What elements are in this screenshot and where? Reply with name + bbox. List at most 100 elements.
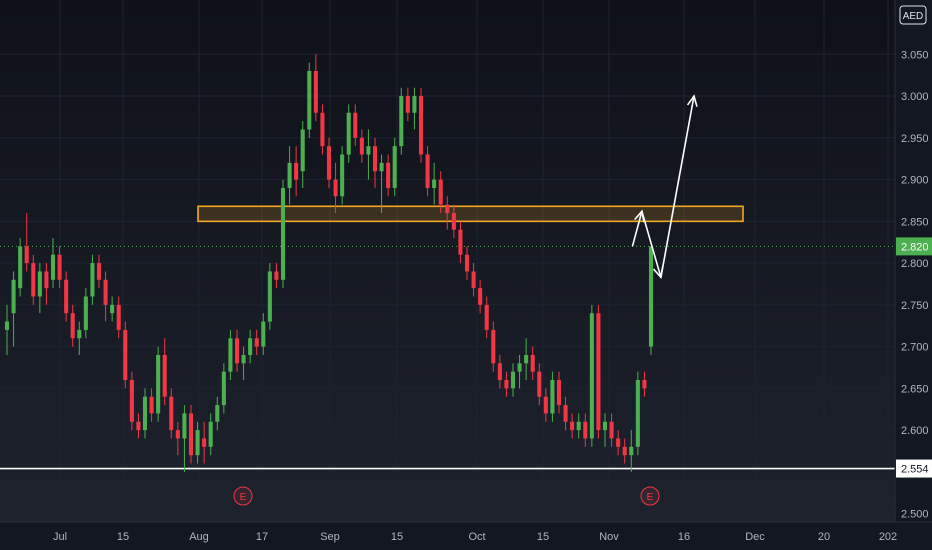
candle-body (589, 313, 594, 439)
time-tick-label: Sep (320, 531, 340, 543)
time-tick-label: Nov (599, 531, 619, 543)
price-tick-label: 2.700 (901, 342, 929, 354)
candle-body (609, 421, 614, 439)
candle-body (274, 271, 279, 280)
price-tick-label: 2.500 (901, 509, 929, 521)
time-tick-label: 15 (391, 531, 403, 543)
candle-body (635, 380, 640, 447)
candle (123, 321, 128, 389)
candle-body (37, 271, 42, 297)
candle-body (346, 112, 351, 155)
candle-body (103, 279, 108, 305)
last-price-value: 2.820 (901, 241, 929, 253)
candle-body (366, 146, 371, 155)
candle-body (510, 371, 516, 389)
time-tick-label: 15 (537, 531, 549, 543)
candle-body (215, 405, 220, 422)
resistance-zone-layer (197, 205, 744, 223)
time-tick-label: Dec (745, 531, 765, 543)
time-tick-label: 15 (117, 531, 129, 543)
candle (129, 371, 134, 431)
candle-body (24, 246, 29, 264)
candle (267, 263, 272, 330)
candle-body (142, 396, 148, 431)
candle-body (412, 96, 417, 113)
candle (280, 179, 286, 289)
candle-body (386, 162, 391, 188)
candle (635, 371, 640, 456)
resistance-zone (197, 205, 744, 223)
candle-body (208, 421, 213, 447)
candle-body (537, 371, 542, 397)
candle (18, 238, 23, 297)
candle (648, 246, 654, 355)
earnings-marker-label: E (240, 492, 247, 503)
candle-body (11, 279, 16, 314)
candle-body (254, 338, 259, 347)
candle-body (596, 313, 601, 431)
candle-body (313, 70, 318, 113)
candle (307, 62, 312, 138)
candle-body (202, 438, 207, 447)
price-tick-label: 2.950 (901, 133, 929, 145)
candle-body (162, 354, 167, 397)
candle-body (136, 421, 141, 431)
candle-body (353, 112, 358, 138)
candle-body (629, 446, 634, 456)
candle (156, 346, 161, 422)
candle-body (241, 354, 246, 364)
candle-body (228, 338, 233, 372)
candle-body (392, 146, 397, 188)
candle-body (116, 304, 121, 330)
candle-body (530, 354, 535, 372)
candle-body (182, 413, 187, 439)
candle-body (175, 430, 180, 439)
time-tick-label: 20 (818, 531, 830, 543)
candle-body (169, 396, 174, 431)
candle-body (484, 304, 489, 330)
candle-body (622, 446, 627, 456)
candle (392, 137, 397, 197)
currency-button[interactable]: AED (899, 5, 927, 25)
price-tick-label: 2.600 (901, 425, 929, 437)
price-chart[interactable]: EE 3.0503.0002.9502.9002.8502.8002.7502.… (0, 0, 932, 550)
candle-body (372, 146, 378, 172)
candle-body (294, 162, 299, 180)
candle-body (379, 162, 384, 172)
candle-body (451, 212, 456, 230)
time-axis[interactable]: Jul 15 Aug 17 Sep 15 Oct 15 Nov 16 Dec 20 202 (53, 531, 897, 543)
time-tick-label: 202 (879, 531, 897, 543)
candle-body (576, 421, 581, 431)
candle-body (221, 371, 226, 406)
chart-stage: EE 3.050 3.000 2.950 2.900 2.850 2.800 2.750 2.… (0, 0, 932, 550)
price-axis[interactable]: 3.050 3.000 2.950 2.900 2.850 2.800 2.750 2.700… (901, 49, 929, 520)
candle-body (418, 96, 424, 155)
candle-body (642, 380, 647, 389)
candle-body (57, 254, 62, 280)
price-tick-label: 2.750 (901, 300, 929, 312)
candle-body (491, 329, 496, 364)
candle-body (464, 254, 470, 272)
candle-body (556, 380, 562, 406)
candle-body (320, 112, 325, 147)
candle-body (44, 271, 49, 289)
candle (188, 405, 194, 464)
time-tick-label: Aug (189, 531, 209, 543)
price-tick-label: 3.050 (901, 49, 929, 61)
candle-body (4, 321, 10, 330)
price-tick-label: 2.850 (901, 216, 929, 228)
earnings-marker: E (640, 486, 660, 506)
candle-body (563, 405, 568, 422)
candle-body (399, 96, 404, 147)
candle-body (300, 129, 305, 172)
candle-body (110, 304, 115, 314)
currency-label: AED (903, 11, 924, 22)
candle-body (550, 380, 555, 414)
candle-body (280, 187, 286, 280)
candle-body (70, 313, 75, 339)
candle-body (149, 396, 154, 414)
candle-body (340, 154, 345, 197)
candle-body (497, 363, 502, 381)
support-price-value: 2.554 (901, 464, 929, 476)
candle-body (445, 204, 450, 213)
